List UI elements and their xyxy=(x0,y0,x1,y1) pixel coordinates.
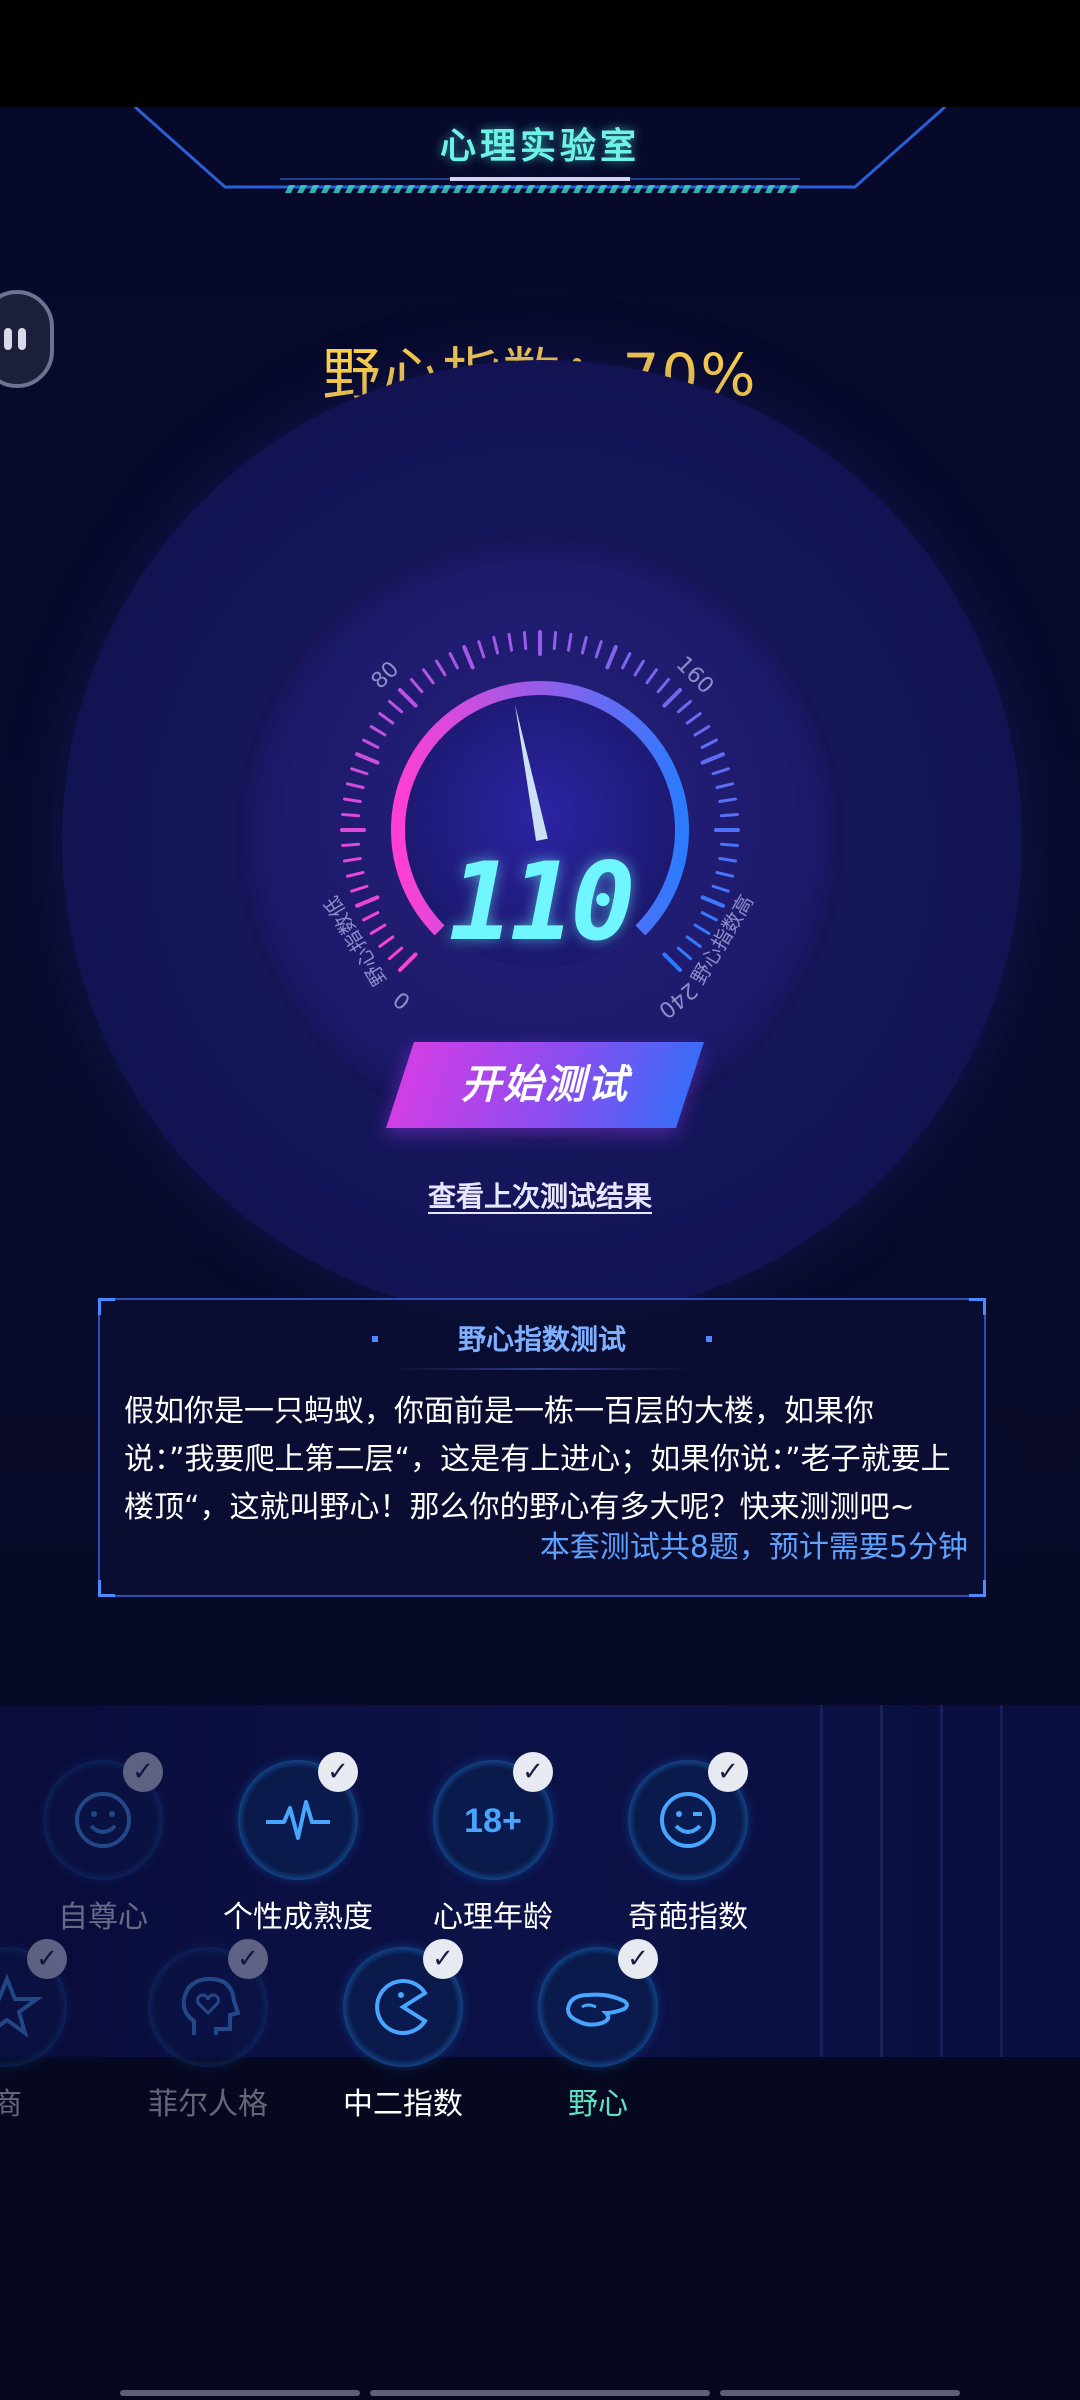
head-heart-icon xyxy=(181,1976,241,2035)
check-icon: ✓ xyxy=(27,1939,67,1979)
gauge-tick xyxy=(715,782,735,790)
category-label: 自尊心 xyxy=(58,1900,148,1935)
gauge-tick xyxy=(448,652,459,670)
gauge-tick xyxy=(711,767,730,776)
gauge-tick xyxy=(552,631,558,651)
wink-face-icon xyxy=(660,1792,716,1848)
pacman-icon xyxy=(375,1978,428,2035)
check-icon: ✓ xyxy=(123,1752,163,1792)
category-panel: ✓ 自尊心 ✓ 个性成熟度 18+ ✓ 心理年龄 ✓ 奇葩指数 ✓ 商 ✓ 菲尔… xyxy=(0,1705,1080,2122)
nav-bar-segment xyxy=(720,2390,960,2396)
panel-stripe xyxy=(820,1705,823,2057)
gauge-tick xyxy=(522,631,528,651)
gauge-tick xyxy=(676,699,693,714)
category-label: 野心 xyxy=(568,2087,628,2122)
category-label: 中二指数 xyxy=(343,2087,463,2122)
star-icon xyxy=(0,1973,44,2039)
tick-label-240: 240 xyxy=(653,977,701,1023)
tick-label-0: 0 xyxy=(389,986,416,1014)
check-icon: ✓ xyxy=(423,1939,463,1979)
corner-decoration xyxy=(98,1298,115,1315)
category-label: 奇葩指数 xyxy=(628,1900,748,1935)
status-bar xyxy=(0,0,1080,107)
check-icon: ✓ xyxy=(618,1939,658,1979)
panel-stripe xyxy=(940,1705,943,2057)
gauge-tick xyxy=(492,635,500,655)
check-icon: ✓ xyxy=(318,1752,358,1792)
test-info-card: 野心指数测试 假如你是一只蚂蚁，你面前是一栋一百层的大楼，如果你说：”我要爬上第… xyxy=(98,1298,986,1597)
gauge-tick xyxy=(342,797,362,804)
gauge-tick xyxy=(369,725,387,737)
info-description: 假如你是一只蚂蚁，你面前是一栋一百层的大楼，如果你说：”我要爬上第二层“，这是有… xyxy=(124,1394,951,1525)
panel-stripe xyxy=(880,1705,883,2057)
corner-decoration xyxy=(98,1580,115,1597)
info-divider xyxy=(390,1368,694,1370)
corner-decoration xyxy=(969,1580,986,1597)
category-label: 商 xyxy=(0,2087,22,2122)
header: 心理实验室 xyxy=(0,107,1080,197)
start-test-label[interactable]: 开始测试 xyxy=(400,1042,690,1128)
gauge-tick xyxy=(633,659,645,677)
gauge-tick xyxy=(719,812,739,818)
category-label: 个性成熟度 xyxy=(223,1900,373,1935)
gauge-tick xyxy=(345,782,365,790)
gauge-tick xyxy=(693,725,711,737)
gauge-tick xyxy=(594,640,603,659)
wing-icon xyxy=(565,1992,629,2027)
page-title: 心理实验室 xyxy=(439,126,640,167)
category-label: 心理年龄 xyxy=(433,1900,553,1935)
gauge-tick xyxy=(507,632,514,652)
gauge-value: 110 xyxy=(448,840,635,965)
gauge-tick xyxy=(621,652,632,670)
panel-stripe xyxy=(1000,1705,1003,2057)
gauge-tick xyxy=(422,668,435,685)
nav-bar-segment xyxy=(370,2390,710,2396)
gauge-tick xyxy=(685,712,702,725)
smile-face-icon xyxy=(75,1792,131,1848)
gauge-tick xyxy=(700,738,718,749)
gauge-tick xyxy=(387,699,404,714)
gauge-tick xyxy=(378,712,395,725)
gauge-tick xyxy=(656,677,671,694)
gauge-tick xyxy=(477,640,486,659)
age-18-plus-icon: 18+ xyxy=(464,1802,522,1840)
check-icon: ✓ xyxy=(708,1752,748,1792)
gauge-tick xyxy=(645,668,658,685)
corner-decoration xyxy=(969,1298,986,1315)
gauge-tick xyxy=(409,677,424,694)
gauge-tick xyxy=(435,659,447,677)
check-icon: ✓ xyxy=(228,1939,268,1979)
nav-bar-segment xyxy=(120,2390,360,2396)
info-note: 本套测试共8题，预计需要5分钟 xyxy=(539,1530,968,1565)
gauge-tick xyxy=(341,812,361,818)
gauge-tick xyxy=(718,797,738,804)
svg-text:18+: 18+ xyxy=(464,1802,522,1840)
gauge-tick xyxy=(462,645,475,670)
ambition-gauge: 0 80 160 240 野心指数低 野心指数高 xyxy=(319,630,758,1023)
gauge-tick xyxy=(566,632,573,652)
view-last-result-link[interactable]: 查看上次测试结果 xyxy=(0,1175,1080,1215)
gauge-tick xyxy=(605,645,618,670)
gauge-tick xyxy=(397,687,418,708)
gauge-tick xyxy=(700,752,725,765)
gauge-tick xyxy=(350,767,369,776)
heartbeat-icon xyxy=(266,1800,330,1840)
category-label: 菲尔人格 xyxy=(148,2087,268,2122)
check-icon: ✓ xyxy=(513,1752,553,1792)
gauge-tick xyxy=(362,738,380,749)
info-title: 野心指数测试 xyxy=(457,1323,626,1356)
gauge-tick xyxy=(580,635,588,655)
gauge-tick xyxy=(662,687,683,708)
gauge-tick xyxy=(355,752,380,765)
